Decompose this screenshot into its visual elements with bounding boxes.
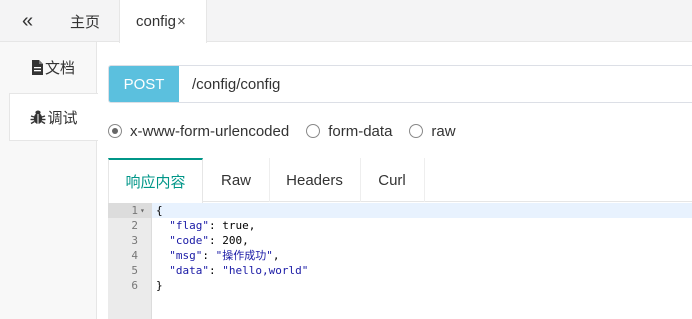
- top-tab-bar: « 主页 config ×: [0, 0, 692, 43]
- double-chevron-left-icon[interactable]: «: [0, 0, 55, 42]
- tab-divider: [424, 158, 425, 202]
- tab-headers[interactable]: Headers: [269, 158, 360, 202]
- sidebar: 文档 调试: [0, 42, 98, 319]
- sidebar-item-debug[interactable]: 调试: [9, 93, 98, 141]
- fold-arrow-icon[interactable]: ▾: [140, 203, 145, 218]
- code-line: 6 }: [108, 278, 692, 293]
- response-tabs: 响应内容 Raw Headers Curl: [108, 158, 692, 203]
- line-number: 1: [131, 204, 138, 217]
- tab-curl[interactable]: Curl: [360, 158, 424, 202]
- code-text: "code": 200,: [169, 234, 249, 247]
- tab-response-content[interactable]: 响应内容: [108, 158, 203, 203]
- code-line: 3 "code": 200,: [108, 233, 692, 248]
- radio-label: form-data: [328, 122, 393, 140]
- request-url-bar: POST /config/config: [108, 65, 692, 103]
- line-number: 4: [131, 249, 138, 262]
- code-text: {: [156, 204, 163, 217]
- close-icon[interactable]: ×: [177, 13, 186, 30]
- tab-raw[interactable]: Raw: [203, 158, 269, 202]
- tab-home[interactable]: 主页: [70, 0, 100, 42]
- bug-icon: [30, 110, 46, 125]
- response-code-editor[interactable]: 1 ▾ { 2 "flag": true, 3 "code": 200, 4 "…: [108, 203, 692, 319]
- sidebar-item-docs[interactable]: 文档: [9, 43, 97, 91]
- radio-form-data[interactable]: form-data: [306, 123, 392, 140]
- line-number: 2: [131, 219, 138, 232]
- url-field[interactable]: /config/config: [179, 66, 280, 102]
- tab-divider: [269, 158, 270, 202]
- body-type-radio-group: x-www-form-urlencoded form-data raw: [108, 121, 473, 141]
- sidebar-item-label: 文档: [44, 59, 75, 77]
- code-text: "msg": "操作成功",: [169, 249, 280, 262]
- code-line: 5 "data": "hello,world": [108, 263, 692, 278]
- code-text: "data": "hello,world": [169, 264, 309, 277]
- line-number: 5: [131, 264, 138, 277]
- radio-label: raw: [431, 122, 456, 140]
- radio-label: x-www-form-urlencoded: [130, 122, 290, 140]
- line-number: 6: [131, 279, 138, 292]
- code-text: }: [156, 279, 163, 292]
- tab-divider: [360, 158, 361, 202]
- code-line: 2 "flag": true,: [108, 218, 692, 233]
- radio-x-www-form-urlencoded[interactable]: x-www-form-urlencoded: [108, 123, 289, 140]
- radio-unchecked-icon: [409, 124, 424, 138]
- document-icon: [31, 59, 43, 75]
- code-line: 1 ▾ {: [108, 203, 692, 218]
- code-text: "flag": true,: [169, 219, 256, 232]
- code-line: 4 "msg": "操作成功",: [108, 248, 692, 263]
- line-number: 3: [131, 234, 138, 247]
- tab-config-label: config: [136, 13, 177, 30]
- method-button[interactable]: POST: [109, 66, 179, 102]
- tab-config[interactable]: config ×: [119, 0, 207, 43]
- radio-unchecked-icon: [306, 124, 321, 138]
- sidebar-item-label: 调试: [47, 109, 78, 127]
- tab-home-label: 主页: [70, 13, 101, 31]
- radio-raw[interactable]: raw: [409, 122, 456, 140]
- radio-checked-icon: [108, 124, 122, 138]
